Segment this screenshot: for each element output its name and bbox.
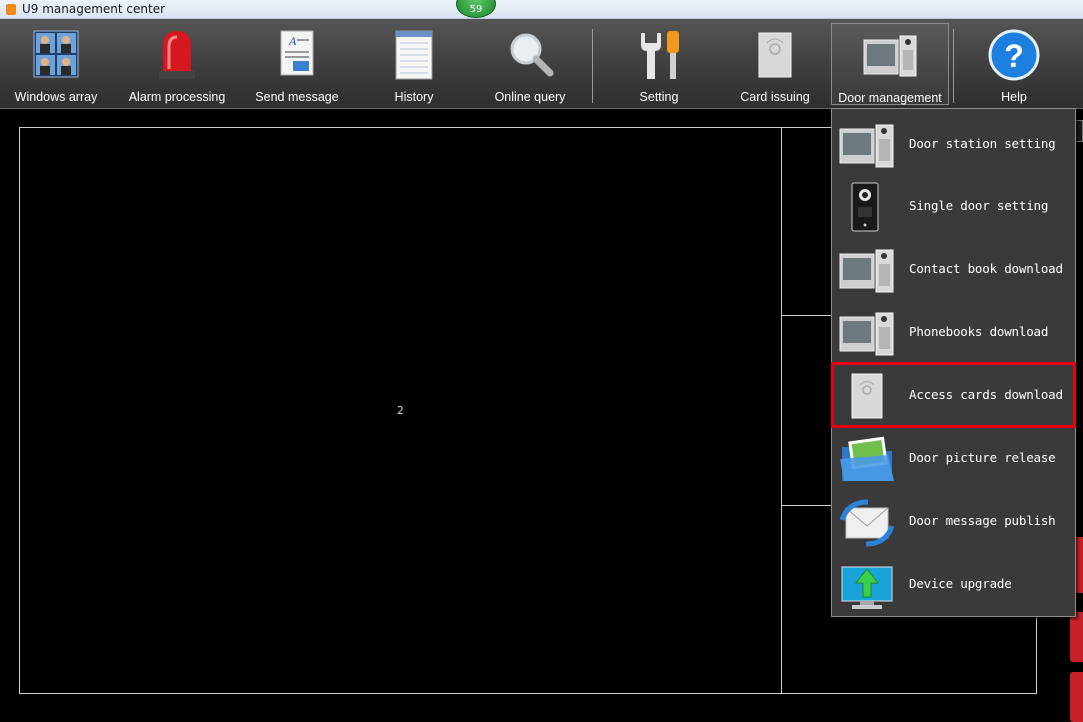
toolbar-label: Setting bbox=[639, 90, 679, 104]
toolbar-label: Send message bbox=[255, 90, 339, 104]
app-icon bbox=[6, 4, 16, 15]
video-window-main[interactable]: 2 bbox=[19, 127, 782, 694]
toolbar-send-message-button[interactable]: A Send message bbox=[249, 23, 345, 105]
video-divider bbox=[781, 315, 833, 316]
toolbar-door-management-button[interactable]: Door management bbox=[831, 23, 949, 105]
red-side-button[interactable] bbox=[1070, 672, 1083, 722]
card-reader-icon bbox=[851, 373, 883, 419]
toolbar-online-query-button[interactable]: Online query bbox=[480, 23, 580, 105]
video-divider bbox=[781, 505, 833, 506]
windows-array-icon bbox=[33, 30, 79, 78]
menu-item-label: Phonebooks download bbox=[909, 324, 1049, 339]
svg-text:?: ? bbox=[1004, 38, 1024, 74]
upgrade-monitor-icon bbox=[841, 566, 893, 609]
notepad-icon bbox=[395, 30, 433, 80]
toolbar-alarm-processing-button[interactable]: Alarm processing bbox=[122, 23, 232, 105]
menu-item-door-station-setting[interactable]: Door station setting bbox=[833, 113, 1074, 175]
picture-folder-icon bbox=[840, 436, 894, 481]
door-management-menu: Door station setting Single door setting… bbox=[831, 108, 1076, 617]
menu-item-door-picture-release[interactable]: Door picture release bbox=[833, 427, 1074, 489]
menu-item-single-door-setting[interactable]: Single door setting bbox=[833, 175, 1074, 237]
menu-item-phonebooks-download[interactable]: Phonebooks download bbox=[833, 301, 1074, 363]
video-window-number: 2 bbox=[397, 404, 404, 417]
menu-item-label: Device upgrade bbox=[909, 576, 1012, 591]
door-station-icon bbox=[839, 312, 894, 356]
toolbar-label: Door management bbox=[838, 91, 942, 105]
menu-item-label: Single door setting bbox=[909, 198, 1049, 213]
svg-text:A: A bbox=[288, 34, 297, 48]
toolbar-label: Card issuing bbox=[740, 90, 810, 104]
card-reader-icon bbox=[758, 32, 792, 78]
menu-item-access-cards-download[interactable]: Access cards download bbox=[831, 362, 1076, 428]
menu-item-label: Door station setting bbox=[909, 136, 1056, 151]
menu-item-label: Access cards download bbox=[909, 387, 1063, 402]
toolbar-separator bbox=[592, 29, 593, 103]
toolbar-setting-button[interactable]: Setting bbox=[616, 23, 702, 105]
toolbar-card-issuing-button[interactable]: Card issuing bbox=[730, 23, 820, 105]
toolbar-separator bbox=[953, 29, 954, 103]
door-station-icon bbox=[839, 124, 894, 168]
title-bar: U9 management center 59 bbox=[0, 0, 1083, 19]
toolbar-label: History bbox=[394, 90, 434, 104]
document-icon: A bbox=[280, 30, 314, 76]
help-icon: ? bbox=[988, 29, 1040, 81]
count-badge: 59 bbox=[456, 0, 496, 18]
toolbar-help-button[interactable]: ? Help bbox=[976, 23, 1052, 105]
window-title: U9 management center bbox=[22, 2, 166, 16]
mail-sync-icon bbox=[839, 499, 895, 547]
menu-item-label: Door picture release bbox=[909, 450, 1056, 465]
toolbar-label: Windows array bbox=[14, 90, 98, 104]
door-station-icon bbox=[863, 35, 917, 77]
menu-item-device-upgrade[interactable]: Device upgrade bbox=[833, 553, 1074, 615]
door-station-icon bbox=[839, 249, 894, 293]
menu-item-contact-book-download[interactable]: Contact book download bbox=[833, 238, 1074, 300]
wrench-screwdriver-icon bbox=[641, 31, 679, 79]
magnifier-icon bbox=[510, 33, 554, 77]
toolbar-label: Alarm processing bbox=[128, 90, 226, 104]
alarm-light-icon bbox=[159, 31, 195, 79]
single-door-icon bbox=[851, 182, 879, 232]
red-side-button[interactable] bbox=[1070, 612, 1083, 662]
toolbar-label: Online query bbox=[494, 90, 566, 104]
toolbar-history-button[interactable]: History bbox=[376, 23, 452, 105]
main-toolbar: Windows array Alarm processing A Send me… bbox=[0, 19, 1083, 109]
toolbar-label: Help bbox=[1001, 90, 1027, 104]
right-panel-edge bbox=[1075, 120, 1083, 142]
menu-item-label: Contact book download bbox=[909, 261, 1063, 276]
menu-item-door-message-publish[interactable]: Door message publish bbox=[833, 490, 1074, 552]
menu-item-label: Door message publish bbox=[909, 513, 1056, 528]
toolbar-windows-array-button[interactable]: Windows array bbox=[12, 23, 100, 105]
